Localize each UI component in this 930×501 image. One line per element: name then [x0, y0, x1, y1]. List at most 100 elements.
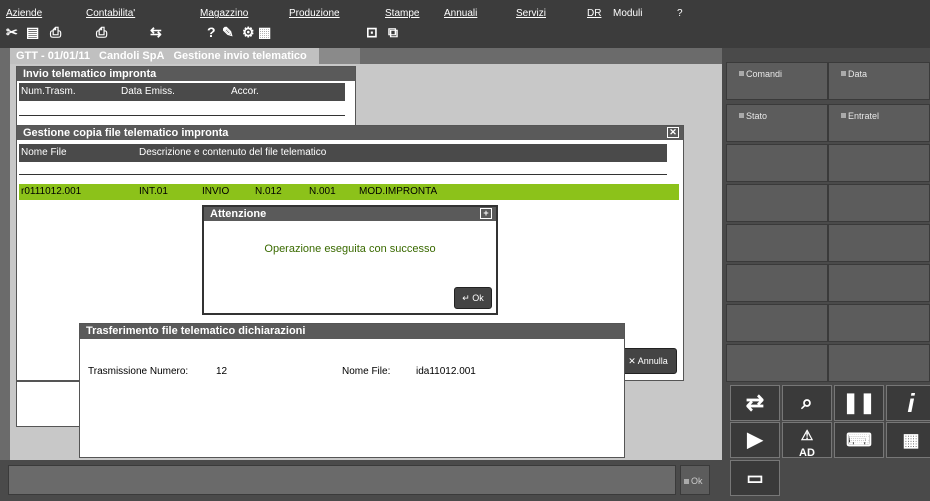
gestione-window-title: Gestione copia file telematico impronta …: [17, 126, 683, 140]
empty-button[interactable]: [726, 264, 828, 302]
document-icon[interactable]: ▤: [26, 24, 39, 40]
annulla-button[interactable]: ✕ Annulla: [619, 348, 677, 374]
menu-help[interactable]: ?: [677, 8, 683, 19]
alert-dialog: Attenzione + Operazione eseguita con suc…: [202, 205, 498, 315]
col-data-emiss: Data Emiss.: [121, 86, 175, 97]
empty-button[interactable]: [726, 224, 828, 262]
transfer-dialog: Trasferimento file telematico dichiarazi…: [79, 323, 625, 458]
empty-button[interactable]: [828, 344, 930, 382]
arrows-icon[interactable]: ⇆: [150, 24, 162, 40]
menu-contabilita[interactable]: Contabilita': [86, 8, 135, 19]
nome-file-value: ida11012.001: [416, 366, 476, 377]
data-label: Data: [848, 69, 868, 79]
invio-header-row: Num.Trasm. Data Emiss. Accor.: [19, 83, 345, 101]
bottom-ok-label: Ok: [691, 476, 703, 486]
empty-button[interactable]: [828, 224, 930, 262]
empty-button[interactable]: [828, 304, 930, 342]
breadcrumb-company: Candoli SpA: [99, 50, 165, 62]
menu-stampe[interactable]: Stampe: [385, 8, 419, 19]
cancel-icon: ✕: [628, 356, 636, 366]
menu-aziende[interactable]: Aziende: [6, 8, 42, 19]
ok-button[interactable]: ↵ Ok: [454, 287, 492, 309]
ad-label: AD: [799, 447, 815, 459]
empty-button[interactable]: [828, 144, 930, 182]
empty-button[interactable]: [726, 304, 828, 342]
warning-ad-icon[interactable]: ⚠ AD: [782, 422, 832, 459]
search-doc-icon[interactable]: ⌕: [782, 385, 832, 421]
transfer-title: Trasferimento file telematico dichiarazi…: [80, 324, 624, 339]
col-accor: Accor.: [231, 86, 259, 97]
bullet-icon: [684, 479, 689, 484]
gestione-header-row: Nome File Descrizione e contenuto del fi…: [19, 144, 667, 162]
close-icon[interactable]: ✕: [667, 127, 679, 138]
alert-title: Attenzione +: [204, 207, 496, 221]
message-icon[interactable]: ▭: [730, 460, 780, 496]
divider: [19, 115, 345, 116]
col-descrizione: Descrizione e contenuto del file telemat…: [139, 147, 327, 158]
scissors-icon[interactable]: ✂: [6, 24, 18, 40]
cell-invio: INVIO: [202, 186, 230, 197]
calc-icon[interactable]: ▦: [258, 24, 271, 40]
help-icon[interactable]: ?: [207, 24, 216, 40]
side-panel: [16, 381, 84, 427]
printer-icon[interactable]: ⎙: [96, 24, 107, 40]
bottom-ok-button[interactable]: Ok: [680, 465, 710, 495]
col-nome-file: Nome File: [21, 147, 67, 158]
breadcrumb-period: GTT - 01/01/11: [16, 50, 90, 62]
trasmissione-value: 12: [216, 366, 228, 377]
alert-title-text: Attenzione: [210, 208, 267, 220]
menu-moduli[interactable]: Moduli: [613, 8, 642, 19]
menu-dr[interactable]: DR: [587, 8, 601, 19]
maximize-icon[interactable]: +: [480, 208, 492, 219]
annulla-label: Annulla: [637, 356, 668, 366]
tree-icon[interactable]: ✎: [222, 24, 234, 40]
enter-icon: ↵: [462, 293, 470, 303]
breadcrumb: GTT - 01/01/11 Candoli SpA Gestione invi…: [10, 48, 319, 64]
entratel-label: Entratel: [848, 111, 880, 121]
invio-window: Invio telematico impronta Num.Trasm. Dat…: [16, 66, 356, 130]
info-icon[interactable]: i: [886, 385, 930, 421]
stato-button[interactable]: Stato: [726, 104, 828, 142]
empty-button[interactable]: [726, 184, 828, 222]
empty-button[interactable]: [726, 344, 828, 382]
right-panel: Comandi Data Stato Entratel ⇄ ⌕ ❚❚ i ▶ ⚠…: [722, 48, 930, 501]
empty-button[interactable]: [828, 184, 930, 222]
play-icon[interactable]: ▶: [730, 422, 780, 458]
table-row[interactable]: r0111012.001 INT.01 INVIO N.012 N.001 MO…: [19, 184, 679, 200]
cell-int: INT.01: [139, 186, 168, 197]
entratel-button[interactable]: Entratel: [828, 104, 930, 142]
printer-out-icon[interactable]: ⎙: [50, 24, 61, 40]
pause-icon[interactable]: ❚❚: [834, 385, 884, 421]
gestione-title-text: Gestione copia file telematico impronta: [23, 127, 229, 139]
maximize-icon[interactable]: ⊡: [366, 24, 378, 40]
breadcrumb-function: Gestione invio telematico: [173, 50, 307, 62]
bullet-icon: [739, 71, 744, 76]
cell-n001: N.001: [309, 186, 336, 197]
transfer-icon[interactable]: ⇄: [730, 385, 780, 421]
cell-file: r0111012.001: [21, 186, 82, 197]
comandi-button[interactable]: Comandi: [726, 62, 828, 100]
stato-label: Stato: [746, 111, 768, 121]
gear-icon[interactable]: ⚙: [242, 24, 255, 40]
menu-servizi[interactable]: Servizi: [516, 8, 546, 19]
divider: [19, 174, 667, 175]
alert-message: Operazione eseguita con successo: [264, 243, 436, 255]
invio-window-title: Invio telematico impronta: [17, 67, 355, 81]
bottom-bar: Ok: [0, 460, 722, 501]
restore-icon[interactable]: ⧉: [388, 24, 398, 40]
menu-annuali[interactable]: Annuali: [444, 8, 477, 19]
cell-n012: N.012: [255, 186, 282, 197]
menu-produzione[interactable]: Produzione: [289, 8, 340, 19]
data-button[interactable]: Data: [828, 62, 930, 100]
ok-label: Ok: [472, 293, 484, 303]
menu-bar: Aziende Contabilita' Magazzino Produzion…: [0, 0, 930, 48]
status-area: [8, 465, 676, 495]
empty-button[interactable]: [828, 264, 930, 302]
bullet-icon: [841, 113, 846, 118]
col-num-trasm: Num.Trasm.: [21, 86, 76, 97]
empty-button[interactable]: [726, 144, 828, 182]
menu-magazzino[interactable]: Magazzino: [200, 8, 248, 19]
trasmissione-label: Trasmissione Numero:: [88, 366, 189, 377]
apps-grid-icon[interactable]: ▦: [886, 422, 930, 458]
keyboard-icon[interactable]: ⌨: [834, 422, 884, 458]
